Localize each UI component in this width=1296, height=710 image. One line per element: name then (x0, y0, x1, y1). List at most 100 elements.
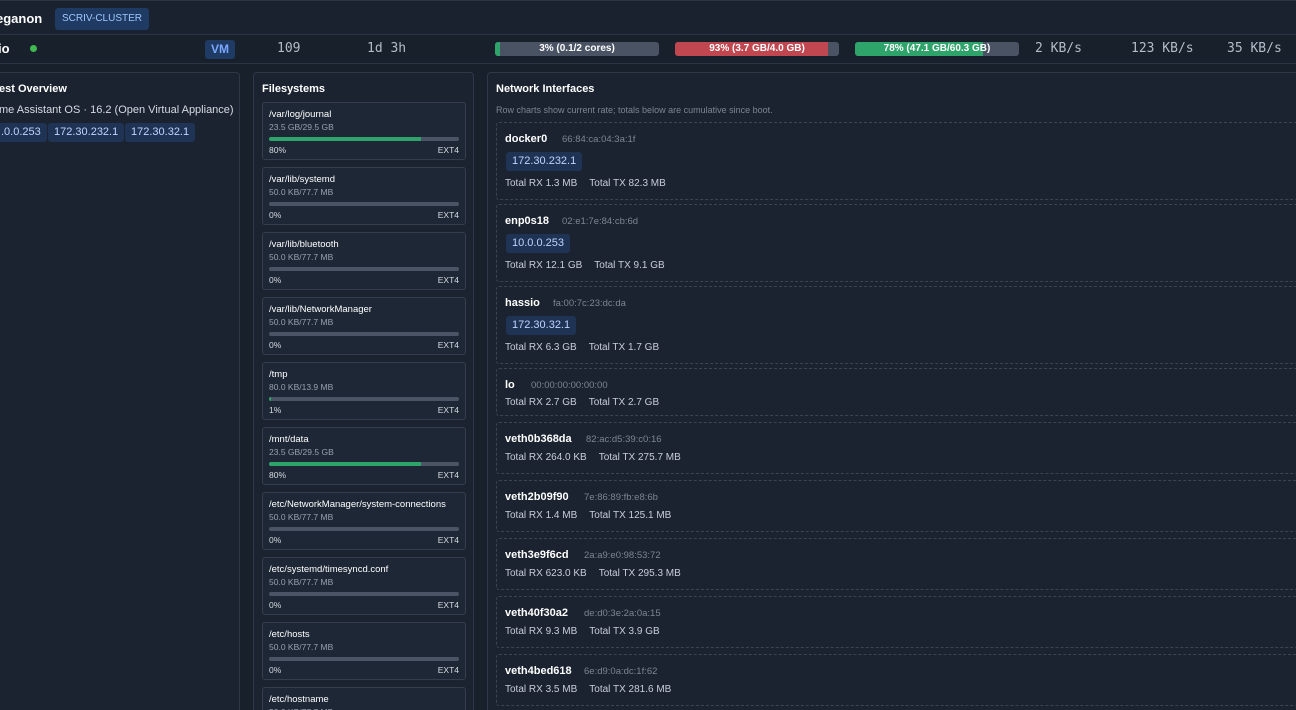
interface-mac: 66:84:ca:04:3a:1f (562, 134, 636, 145)
filesystem-card[interactable]: /etc/hosts 50.0 KB/77.7 MB 0% EXT4 (262, 622, 466, 680)
interface-total-rx: Total RX 623.0 KB (505, 568, 587, 579)
network-interface-card[interactable]: docker0 66:84:ca:04:3a:1f 172.30.232.1 Tota… (496, 122, 1296, 200)
network-interfaces-title: Network Interfaces (496, 83, 595, 95)
disk-usage-label: 78% (47.1 GB/60.3 GB) (883, 43, 991, 54)
net-in-rate: 123 KB/s (1131, 41, 1194, 56)
filesystem-card[interactable]: /etc/hostname50.0 KB/77.7 MB (262, 687, 466, 710)
top-header: eganon SCRIV-CLUSTER (0, 0, 1296, 35)
filesystem-card[interactable]: /etc/NetworkManager/system-connections 50… (262, 492, 466, 550)
node-summary-row[interactable]: io VM 109 1d 3h 3% (0.1/2 cores) 93% (3.… (0, 35, 1296, 64)
interface-totals: Total RX 6.3 GB Total TX 1.7 GB (505, 342, 659, 353)
interface-total-rx: Total RX 2.7 GB (505, 397, 577, 408)
interface-name: veth0b368da (505, 433, 572, 445)
network-interface-card[interactable]: veth0b368da 82:ac:d5:39:c0:16 Total RX 264… (496, 422, 1296, 474)
disk-usage-bar: 78% (47.1 GB/60.3 GB) (855, 42, 1019, 56)
filesystem-type: EXT4 (437, 340, 459, 350)
interface-total-tx: Total TX 2.7 GB (588, 397, 660, 408)
interface-mac: fa:00:7c:23:dc:da (553, 298, 626, 309)
interface-totals: Total RX 264.0 KB Total TX 275.7 MB (505, 452, 681, 463)
guest-overview-title: est Overview (0, 83, 67, 95)
network-interface-card[interactable]: hassio fa:00:7c:23:dc:da 172.30.32.1 Total … (496, 286, 1296, 364)
filesystems-title: Filesystems (262, 83, 325, 95)
network-interface-card[interactable]: veth3e9f6cd 2a:a9:e0:98:53:72 Total RX 623… (496, 538, 1296, 590)
interface-total-tx: Total TX 1.7 GB (588, 342, 660, 353)
filesystem-size: 80.0 KB/13.9 MB (269, 382, 334, 392)
filesystem-size: 50.0 KB/77.7 MB (269, 252, 334, 262)
interface-total-rx: Total RX 12.1 GB (505, 260, 583, 271)
cpu-usage-bar: 3% (0.1/2 cores) (495, 42, 659, 56)
interface-name: docker0 (505, 133, 548, 145)
guest-overview-panel: est Overview me Assistant OS · 16.2 (Ope… (0, 72, 240, 710)
interface-total-rx: Total RX 1.3 MB (505, 178, 578, 189)
filesystem-card[interactable]: /mnt/data 23.5 GB/29.5 GB 80% EXT4 (262, 427, 466, 485)
filesystem-size: 23.5 GB/29.5 GB (269, 447, 334, 457)
interface-total-rx: Total RX 6.3 GB (505, 342, 577, 353)
filesystem-usage-fill (269, 397, 271, 401)
filesystem-card[interactable]: /var/lib/NetworkManager 50.0 KB/77.7 MB 0%… (262, 297, 466, 355)
interface-total-tx: Total TX 9.1 GB (594, 260, 665, 271)
filesystem-percent: 1% (269, 405, 282, 415)
network-interfaces-panel: Network Interfaces Row charts show curre… (487, 72, 1296, 710)
interface-totals: Total RX 9.3 MB Total TX 3.9 GB (505, 626, 660, 637)
net-out-rate: 35 KB/s (1227, 41, 1282, 56)
memory-usage-label: 93% (3.7 GB/4.0 GB) (709, 43, 805, 54)
filesystem-usage-fill (269, 462, 421, 466)
interface-name: lo (505, 379, 515, 391)
filesystem-card[interactable]: /var/log/journal 23.5 GB/29.5 GB 80% EXT4 (262, 102, 466, 160)
network-subtitle: Row charts show current rate; totals bel… (496, 105, 773, 115)
network-interface-card[interactable]: veth2b09f90 7e:86:89:fb:e8:6b Total RX 1.4… (496, 480, 1296, 532)
interface-total-rx: Total RX 3.5 MB (505, 684, 578, 695)
filesystem-percent: 80% (269, 470, 287, 480)
filesystem-percent: 0% (269, 340, 282, 350)
interface-totals: Total RX 2.7 GB Total TX 2.7 GB (505, 397, 659, 408)
cluster-badge[interactable]: SCRIV-CLUSTER (55, 8, 150, 30)
memory-usage-bar: 93% (3.7 GB/4.0 GB) (675, 42, 839, 56)
app-title: eganon (0, 11, 43, 26)
interface-mac: 7e:86:89:fb:e8:6b (584, 492, 658, 503)
network-interface-card[interactable]: lo 00:00:00:00:00:00 Total RX 2.7 GB Total … (496, 368, 1296, 416)
interface-mac: 00:00:00:00:00:00 (531, 380, 608, 391)
node-name[interactable]: io (0, 41, 10, 56)
network-interface-card[interactable]: enp0s18 02:e1:7e:84:cb:6d 10.0.0.253 Total … (496, 204, 1296, 282)
filesystem-usage-bar (269, 397, 459, 401)
interface-total-tx: Total TX 281.6 MB (589, 684, 672, 695)
filesystem-card[interactable]: /var/lib/bluetooth 50.0 KB/77.7 MB 0% EXT4 (262, 232, 466, 290)
filesystem-path: /etc/hosts (269, 629, 310, 640)
filesystem-path: /var/lib/systemd (269, 174, 335, 185)
status-dot-icon (30, 45, 37, 52)
filesystem-size: 50.0 KB/77.7 MB (269, 317, 334, 327)
filesystem-card[interactable]: /tmp 80.0 KB/13.9 MB 1% EXT4 (262, 362, 466, 420)
guest-ip-chip: 172.30.32.1 (125, 123, 196, 142)
interface-total-tx: Total TX 295.3 MB (598, 568, 681, 579)
filesystem-usage-bar (269, 527, 459, 531)
network-interface-card[interactable]: veth40f30a2 de:d0:3e:2a:0a:15 Total RX 9.3… (496, 596, 1296, 648)
filesystem-path: /mnt/data (269, 434, 309, 445)
filesystem-path: /etc/hostname (269, 694, 329, 705)
interface-mac: 02:e1:7e:84:cb:6d (562, 216, 639, 227)
interface-totals: Total RX 1.3 MB Total TX 82.3 MB (505, 178, 666, 189)
cpu-usage-label: 3% (0.1/2 cores) (539, 43, 615, 54)
filesystem-size: 50.0 KB/77.7 MB (269, 187, 334, 197)
interface-name: veth40f30a2 (505, 607, 568, 619)
filesystem-usage-bar (269, 202, 459, 206)
network-interface-card[interactable]: veth4bed618 6e:d9:0a:dc:1f:62 Total RX 3.5… (496, 654, 1296, 706)
interface-total-tx: Total TX 125.1 MB (589, 510, 672, 521)
filesystem-percent: 80% (269, 145, 287, 155)
filesystem-usage-bar (269, 657, 459, 661)
filesystem-usage-bar (269, 462, 459, 466)
interface-total-rx: Total RX 1.4 MB (505, 510, 578, 521)
filesystem-card[interactable]: /var/lib/systemd 50.0 KB/77.7 MB 0% EXT4 (262, 167, 466, 225)
filesystem-type: EXT4 (437, 535, 459, 545)
interface-ip-chip: 172.30.32.1 (506, 316, 577, 335)
interface-mac: 2a:a9:e0:98:53:72 (584, 550, 661, 561)
filesystem-size: 23.5 GB/29.5 GB (269, 122, 334, 132)
interface-mac: de:d0:3e:2a:0a:15 (584, 608, 661, 619)
interface-name: veth3e9f6cd (505, 549, 569, 561)
filesystem-usage-bar (269, 592, 459, 596)
filesystem-card[interactable]: /etc/systemd/timesyncd.conf 50.0 KB/77.7 … (262, 557, 466, 615)
filesystem-path: /etc/systemd/timesyncd.conf (269, 564, 389, 575)
guest-ip-chip: 172.30.232.1 (48, 123, 125, 142)
filesystem-type: EXT4 (437, 210, 459, 220)
uptime: 1d 3h (367, 41, 407, 56)
filesystem-size: 50.0 KB/77.7 MB (269, 512, 334, 522)
